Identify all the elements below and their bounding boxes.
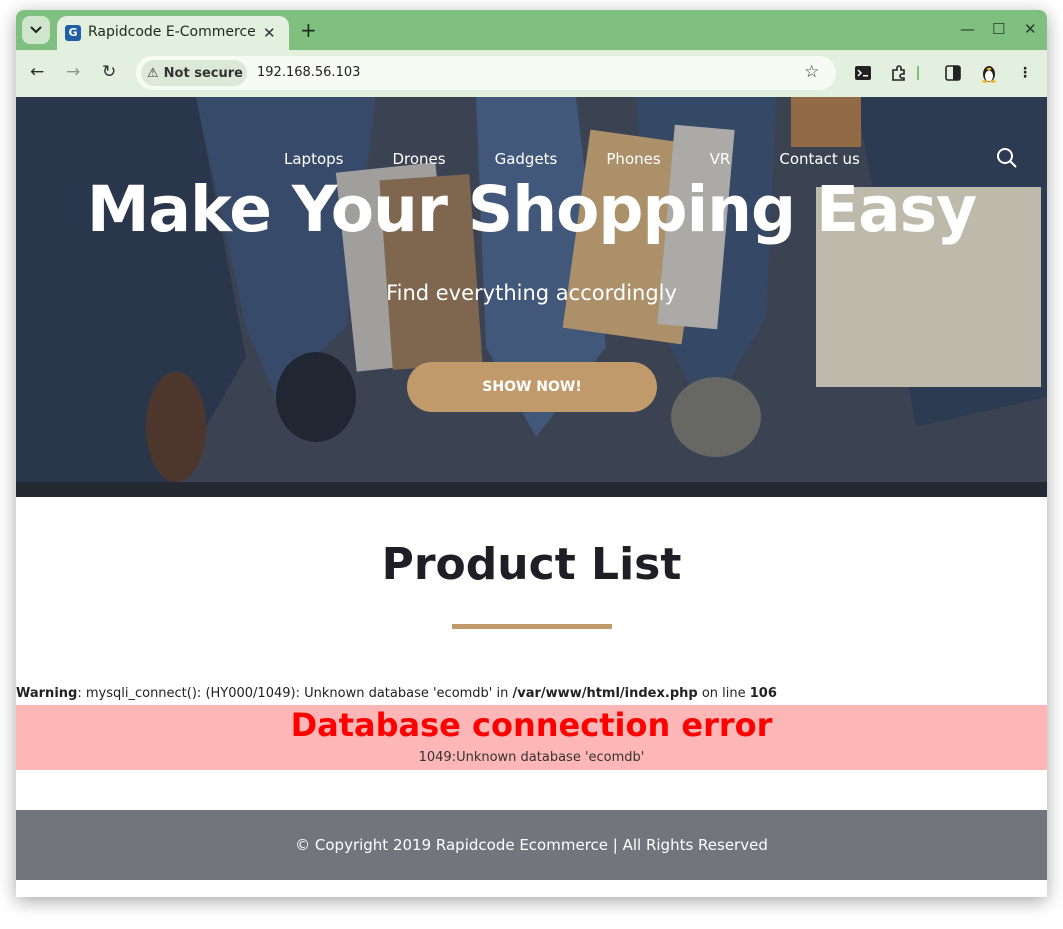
- database-error-panel: Database connection error 1049:Unknown d…: [16, 705, 1047, 770]
- forward-icon[interactable]: →: [66, 62, 80, 82]
- minimize-icon[interactable]: —: [960, 20, 975, 38]
- security-label: Not secure: [163, 65, 243, 81]
- maximize-icon[interactable]: ☐: [992, 20, 1005, 38]
- warning-line-number: 106: [749, 686, 777, 701]
- web-page: Laptops Drones Gadgets Phones VR Contact…: [16, 97, 1047, 897]
- nav-link-contact[interactable]: Contact us: [779, 150, 859, 168]
- show-now-button[interactable]: SHOW NOW!: [407, 362, 657, 412]
- menu-kebab-icon[interactable]: ⋮: [1015, 63, 1035, 83]
- tab-title: Rapidcode E-Commerce: [88, 24, 256, 40]
- browser-tab[interactable]: G Rapidcode E-Commerce ✕: [57, 16, 289, 50]
- browser-toolbar: ← → ↻ ⚠ Not secure 192.168.56.103 ☆ ⋮: [16, 50, 1047, 97]
- hero-title: Make Your Shopping Easy: [86, 173, 977, 246]
- new-tab-icon[interactable]: +: [300, 18, 317, 42]
- window-close-icon[interactable]: ✕: [1024, 20, 1037, 38]
- reload-icon[interactable]: ↻: [102, 62, 116, 82]
- url-text[interactable]: 192.168.56.103: [257, 65, 360, 80]
- error-detail: 1049:Unknown database 'ecomdb': [418, 750, 645, 765]
- side-panel-icon[interactable]: [943, 63, 963, 83]
- warning-icon: ⚠: [147, 65, 159, 81]
- terminal-extension-icon[interactable]: [853, 63, 873, 83]
- nav-link-laptops[interactable]: Laptops: [284, 150, 343, 168]
- heading-divider: [452, 624, 612, 629]
- php-warning: Warning: mysqli_connect(): (HY000/1049):…: [16, 686, 777, 701]
- hero-banner: Laptops Drones Gadgets Phones VR Contact…: [16, 97, 1047, 497]
- search-icon[interactable]: [996, 147, 1018, 169]
- browser-window: G Rapidcode E-Commerce ✕ + — ☐ ✕ ← → ↻ ⚠…: [16, 10, 1047, 897]
- copyright-text: © Copyright 2019 Rapidcode Ecommerce | A…: [295, 836, 768, 854]
- warning-file: /var/www/html/index.php: [512, 686, 698, 701]
- tab-search-button[interactable]: [22, 16, 50, 44]
- nav-link-gadgets[interactable]: Gadgets: [495, 150, 558, 168]
- back-icon[interactable]: ←: [30, 62, 44, 82]
- chevron-down-icon: [30, 26, 42, 34]
- hero-subtitle: Find everything accordingly: [386, 281, 677, 305]
- product-list-heading: Product List: [381, 539, 682, 590]
- tab-close-icon[interactable]: ✕: [263, 24, 276, 42]
- nav-link-drones[interactable]: Drones: [392, 150, 445, 168]
- site-navigation: Laptops Drones Gadgets Phones VR Contact…: [284, 150, 909, 168]
- linux-tux-icon[interactable]: [979, 63, 999, 83]
- error-title: Database connection error: [290, 706, 773, 744]
- nav-link-phones[interactable]: Phones: [606, 150, 660, 168]
- warning-message: : mysqli_connect(): (HY000/1049): Unknow…: [77, 686, 513, 701]
- extensions-puzzle-icon[interactable]: [889, 63, 909, 83]
- nav-link-vr[interactable]: VR: [710, 150, 731, 168]
- security-chip[interactable]: ⚠ Not secure: [141, 60, 247, 86]
- warning-on-line: on line: [697, 686, 750, 701]
- address-bar[interactable]: ⚠ Not secure 192.168.56.103 ☆: [136, 56, 836, 90]
- tab-strip: G Rapidcode E-Commerce ✕ + — ☐ ✕: [16, 10, 1047, 50]
- toolbar-divider: [917, 66, 919, 80]
- warning-label: Warning: [16, 686, 78, 701]
- favicon-icon: G: [65, 25, 81, 41]
- page-footer: © Copyright 2019 Rapidcode Ecommerce | A…: [16, 810, 1047, 880]
- bookmark-star-icon[interactable]: ☆: [804, 62, 819, 82]
